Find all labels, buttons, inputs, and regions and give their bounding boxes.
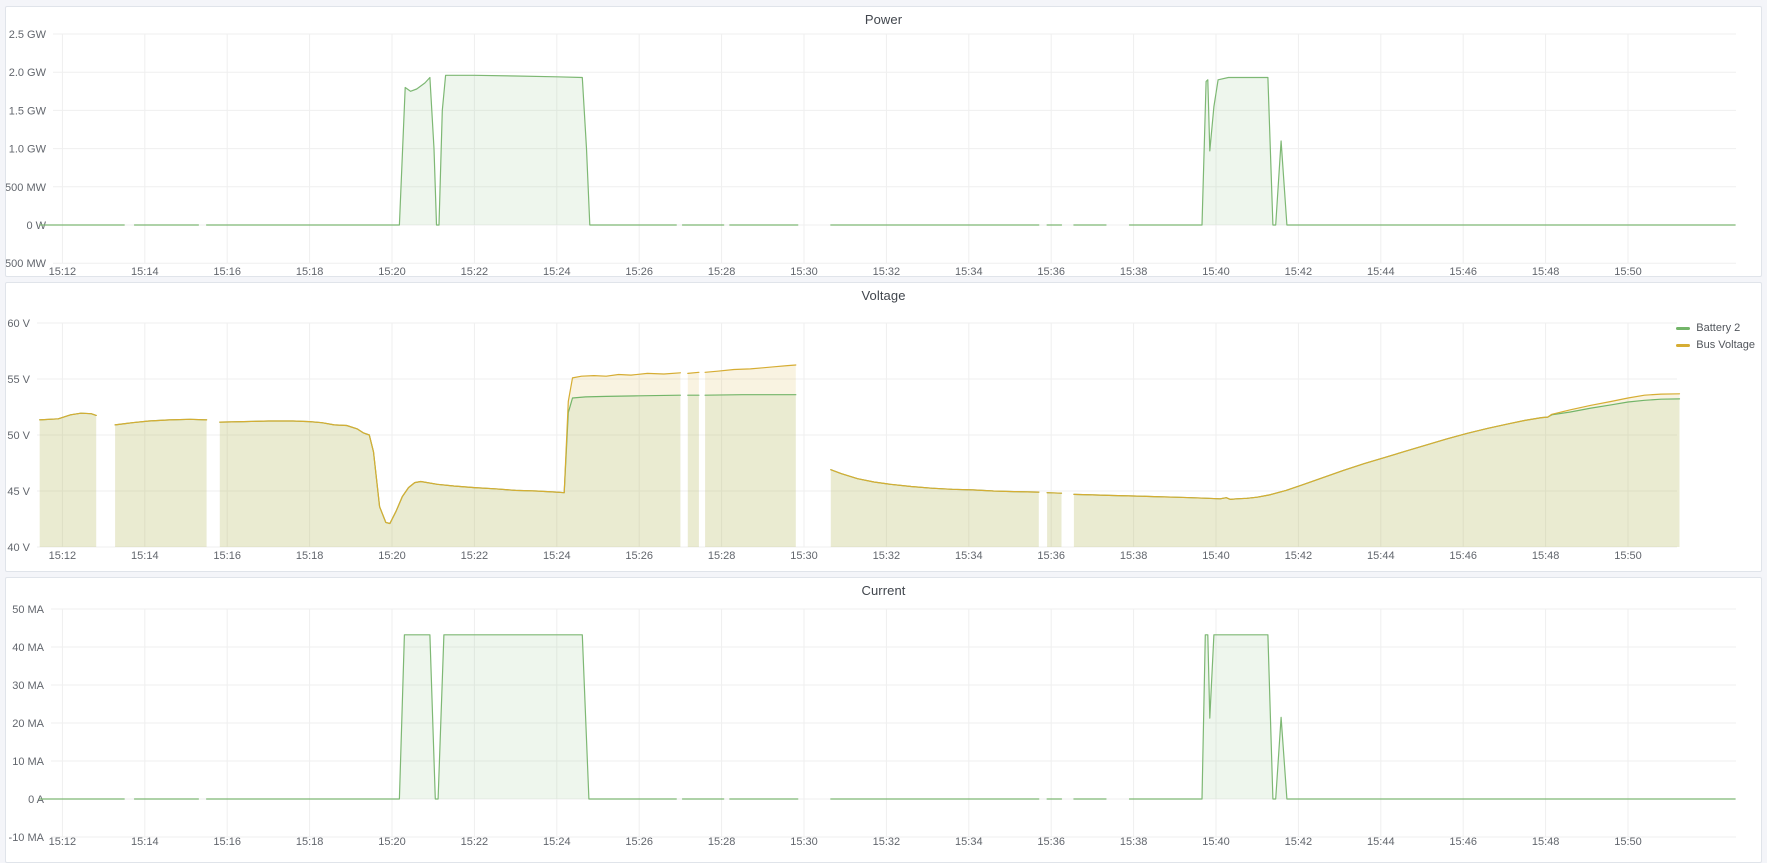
panel-title-current[interactable]: Current xyxy=(6,583,1761,598)
svg-text:15:34: 15:34 xyxy=(955,266,983,277)
svg-text:15:32: 15:32 xyxy=(873,550,901,562)
svg-text:30 MA: 30 MA xyxy=(12,680,44,692)
svg-text:15:24: 15:24 xyxy=(543,550,571,562)
svg-text:1.5 GW: 1.5 GW xyxy=(9,105,47,117)
voltage-chart-canvas[interactable]: 15:12 15:14 15:16 15:18 15:20 15:22 15:24 15:26… xyxy=(6,283,1762,572)
svg-text:15:46: 15:46 xyxy=(1449,550,1477,562)
svg-text:45 V: 45 V xyxy=(7,486,30,498)
battery-2-series-swatch-icon xyxy=(1676,327,1690,330)
svg-text:2.0 GW: 2.0 GW xyxy=(9,67,47,79)
svg-text:50 MA: 50 MA xyxy=(12,604,44,616)
svg-text:15:28: 15:28 xyxy=(708,836,736,848)
svg-text:15:16: 15:16 xyxy=(213,550,241,562)
svg-text:-10 MA: -10 MA xyxy=(9,832,45,844)
power-panel: 15:12 15:14 15:16 15:18 15:20 15:22 15:24 15:26… xyxy=(5,6,1762,277)
svg-text:15:42: 15:42 xyxy=(1285,266,1313,277)
svg-text:15:14: 15:14 xyxy=(131,836,159,848)
svg-text:1.0 GW: 1.0 GW xyxy=(9,144,47,156)
svg-text:15:20: 15:20 xyxy=(378,266,406,277)
legend-label: Bus Voltage xyxy=(1696,338,1755,352)
svg-text:2.5 GW: 2.5 GW xyxy=(9,29,47,41)
svg-text:15:18: 15:18 xyxy=(296,266,324,277)
svg-text:15:12: 15:12 xyxy=(49,266,77,277)
legend-item-battery-2[interactable]: Battery 2 xyxy=(1676,321,1755,335)
svg-text:15:44: 15:44 xyxy=(1367,550,1395,562)
current-panel: 15:12 15:14 15:16 15:18 15:20 15:22 15:24 15:26… xyxy=(5,577,1762,863)
svg-text:15:14: 15:14 xyxy=(131,550,159,562)
svg-text:15:24: 15:24 xyxy=(543,266,571,277)
svg-text:40 MA: 40 MA xyxy=(12,642,44,654)
svg-text:15:28: 15:28 xyxy=(708,550,736,562)
svg-text:15:26: 15:26 xyxy=(625,266,653,277)
svg-text:0 A: 0 A xyxy=(28,794,45,806)
svg-text:15:48: 15:48 xyxy=(1532,836,1560,848)
svg-text:15:40: 15:40 xyxy=(1202,550,1230,562)
svg-text:15:30: 15:30 xyxy=(790,836,818,848)
svg-text:40 V: 40 V xyxy=(7,542,30,554)
svg-text:15:18: 15:18 xyxy=(296,836,324,848)
svg-text:20 MA: 20 MA xyxy=(12,718,44,730)
current-chart-canvas[interactable]: 15:12 15:14 15:16 15:18 15:20 15:22 15:24 15:26… xyxy=(6,578,1762,863)
svg-text:15:38: 15:38 xyxy=(1120,266,1148,277)
legend-item-bus-voltage[interactable]: Bus Voltage xyxy=(1676,338,1755,352)
svg-text:15:46: 15:46 xyxy=(1449,266,1477,277)
svg-text:15:30: 15:30 xyxy=(790,550,818,562)
svg-text:15:46: 15:46 xyxy=(1449,836,1477,848)
svg-text:15:42: 15:42 xyxy=(1285,550,1313,562)
svg-text:15:48: 15:48 xyxy=(1532,266,1560,277)
svg-text:15:16: 15:16 xyxy=(213,836,241,848)
svg-text:15:36: 15:36 xyxy=(1037,266,1065,277)
svg-text:15:32: 15:32 xyxy=(873,266,901,277)
svg-text:15:18: 15:18 xyxy=(296,550,324,562)
svg-text:15:24: 15:24 xyxy=(543,836,571,848)
svg-text:15:22: 15:22 xyxy=(461,266,489,277)
svg-text:0 W: 0 W xyxy=(26,220,46,232)
svg-text:60 V: 60 V xyxy=(7,318,30,330)
panel-title-power[interactable]: Power xyxy=(6,12,1761,27)
power-chart-canvas[interactable]: 15:12 15:14 15:16 15:18 15:20 15:22 15:24 15:26… xyxy=(6,7,1762,277)
svg-text:15:20: 15:20 xyxy=(378,550,406,562)
svg-text:15:16: 15:16 xyxy=(213,266,241,277)
svg-text:15:50: 15:50 xyxy=(1614,550,1642,562)
svg-text:15:14: 15:14 xyxy=(131,266,159,277)
svg-text:15:44: 15:44 xyxy=(1367,836,1395,848)
svg-text:15:36: 15:36 xyxy=(1037,836,1065,848)
voltage-legend: Battery 2 Bus Voltage xyxy=(1676,321,1755,352)
bus-voltage-series-swatch-icon xyxy=(1676,344,1690,347)
svg-text:15:36: 15:36 xyxy=(1037,550,1065,562)
svg-text:15:12: 15:12 xyxy=(49,550,77,562)
voltage-panel: 15:12 15:14 15:16 15:18 15:20 15:22 15:24 15:26… xyxy=(5,282,1762,572)
svg-text:15:42: 15:42 xyxy=(1285,836,1313,848)
svg-text:-500 MW: -500 MW xyxy=(6,258,47,270)
svg-text:15:30: 15:30 xyxy=(790,266,818,277)
svg-text:15:22: 15:22 xyxy=(461,550,489,562)
svg-text:15:40: 15:40 xyxy=(1202,266,1230,277)
svg-text:15:40: 15:40 xyxy=(1202,836,1230,848)
svg-text:50 V: 50 V xyxy=(7,430,30,442)
svg-text:10 MA: 10 MA xyxy=(12,756,44,768)
svg-text:15:12: 15:12 xyxy=(49,836,77,848)
svg-text:15:32: 15:32 xyxy=(873,836,901,848)
svg-text:15:44: 15:44 xyxy=(1367,266,1395,277)
svg-text:15:22: 15:22 xyxy=(461,836,489,848)
dashboard: 15:12 15:14 15:16 15:18 15:20 15:22 15:24 15:26… xyxy=(0,0,1767,863)
svg-text:15:20: 15:20 xyxy=(378,836,406,848)
svg-text:15:48: 15:48 xyxy=(1532,550,1560,562)
svg-text:15:38: 15:38 xyxy=(1120,550,1148,562)
svg-text:55 V: 55 V xyxy=(7,374,30,386)
svg-text:15:26: 15:26 xyxy=(625,550,653,562)
svg-text:15:26: 15:26 xyxy=(625,836,653,848)
svg-text:15:50: 15:50 xyxy=(1614,266,1642,277)
panel-title-voltage[interactable]: Voltage xyxy=(6,288,1761,303)
svg-text:500 MW: 500 MW xyxy=(6,182,47,194)
svg-text:15:34: 15:34 xyxy=(955,836,983,848)
legend-label: Battery 2 xyxy=(1696,321,1740,335)
svg-text:15:38: 15:38 xyxy=(1120,836,1148,848)
svg-text:15:34: 15:34 xyxy=(955,550,983,562)
svg-text:15:28: 15:28 xyxy=(708,266,736,277)
svg-text:15:50: 15:50 xyxy=(1614,836,1642,848)
